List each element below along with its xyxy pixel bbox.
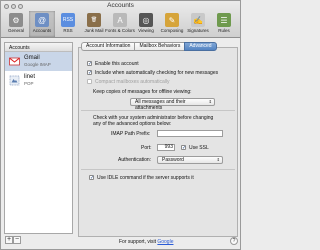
switch-icon: ⚙: [9, 13, 23, 27]
toolbar-signatures-button[interactable]: ✍ Signatures: [185, 11, 211, 37]
imap-prefix-label: IMAP Path Prefix:: [111, 131, 151, 137]
preferences-window: Accounts ⚙ General @ Accounts RSS RSS 🗑 Junk Ma…: [0, 0, 241, 250]
glasses-icon: ◎: [139, 13, 153, 27]
window-title: Accounts: [107, 2, 134, 9]
stamp-icon: [9, 75, 20, 86]
toolbar-signatures-label: Signatures: [187, 28, 209, 33]
add-account-button[interactable]: +: [5, 236, 13, 244]
account-name: linet: [24, 74, 36, 80]
toolbar-composing-button[interactable]: ✎ Composing: [159, 11, 185, 37]
use-idle-label: Use IDLE command if the server supports …: [97, 175, 194, 181]
toolbar-junk-mail-label: Junk Mail: [84, 28, 104, 33]
toolbar-rss-button[interactable]: RSS RSS: [55, 11, 81, 37]
use-idle-checkbox[interactable]: ✓: [89, 175, 94, 181]
gmail-icon: [9, 57, 20, 66]
toolbar-rules-button[interactable]: ☰ Rules: [211, 11, 237, 37]
pencil-icon: ✎: [165, 13, 179, 27]
toolbar-junk-mail-button[interactable]: 🗑 Junk Mail: [81, 11, 107, 37]
offline-copies-label: Keep copies of messages for offline view…: [93, 89, 192, 95]
account-type: POP: [24, 81, 34, 86]
enable-account-label: Enable this account: [95, 61, 139, 67]
toolbar-fonts-colors-label: Fonts & Colors: [105, 28, 135, 33]
title-bar: Accounts ⚙ General @ Accounts RSS RSS 🗑 Junk Ma…: [1, 1, 240, 38]
admin-note-line-2: any of the advanced options below:: [93, 121, 172, 127]
toolbar-accounts-button[interactable]: @ Accounts: [29, 11, 55, 37]
account-item-linet[interactable]: linet POP: [5, 71, 72, 90]
toolbar-viewing-button[interactable]: ◎ Viewing: [133, 11, 159, 37]
rules-icon: ☰: [217, 13, 231, 27]
authentication-value: Password: [162, 157, 184, 163]
toolbar-accounts-label: Accounts: [32, 28, 52, 33]
at-sign-icon: @: [35, 13, 49, 27]
chevron-updown-icon: ⇕: [208, 99, 212, 104]
account-item-gmail[interactable]: Gmail Google IMAP: [5, 52, 72, 71]
toolbar-composing-label: Composing: [160, 28, 184, 33]
accounts-sidebar: Accounts Gmail Google IMAP linet POP: [4, 42, 73, 234]
toolbar-rules-label: Rules: [218, 28, 230, 33]
use-ssl-checkbox[interactable]: ✓: [181, 145, 186, 151]
port-label: Port:: [141, 145, 152, 151]
support-prefix: For support, visit: [119, 239, 156, 245]
signature-icon: ✍: [191, 13, 205, 27]
help-button[interactable]: ?: [230, 237, 238, 245]
compact-mailboxes-label: Compact mailboxes automatically: [95, 79, 170, 85]
toolbar-rss-label: RSS: [63, 28, 73, 33]
authentication-label: Authentication:: [118, 157, 152, 163]
preferences-toolbar: ⚙ General @ Accounts RSS RSS 🗑 Junk Mail A Fonts …: [3, 11, 237, 37]
enable-account-checkbox[interactable]: ✓: [87, 61, 92, 67]
auto-check-label: Include when automatically checking for …: [95, 70, 219, 76]
toolbar-general-button[interactable]: ⚙ General: [3, 11, 29, 37]
offline-copies-popup[interactable]: All messages and their attachments ⇕: [130, 98, 215, 111]
tab-account-information[interactable]: Account Information: [81, 42, 135, 51]
toolbar-fonts-colors-button[interactable]: A Fonts & Colors: [105, 11, 135, 37]
use-ssl-label: Use SSL: [189, 145, 209, 151]
account-type: Google IMAP: [24, 62, 51, 67]
port-field[interactable]: 993: [157, 144, 175, 151]
section-divider: [81, 169, 235, 170]
support-text: For support, visit Google: [119, 239, 173, 245]
rss-icon: RSS: [61, 13, 75, 27]
account-tabs: Account Information Mailbox Behaviors Ad…: [81, 42, 217, 51]
tab-advanced[interactable]: Advanced: [184, 42, 217, 51]
tab-mailbox-behaviors[interactable]: Mailbox Behaviors: [134, 42, 185, 51]
imap-prefix-field[interactable]: [157, 130, 223, 137]
authentication-popup[interactable]: Password ⇕: [157, 156, 223, 164]
fonts-icon: A: [113, 13, 127, 27]
google-support-link[interactable]: Google: [157, 239, 173, 245]
compact-mailboxes-checkbox[interactable]: [87, 79, 92, 84]
chevron-updown-icon: ⇕: [216, 157, 220, 162]
sidebar-header: Accounts: [5, 43, 72, 52]
toolbar-general-label: General: [7, 28, 24, 33]
trash-icon: 🗑: [87, 13, 101, 27]
toolbar-viewing-label: Viewing: [138, 28, 154, 33]
remove-account-button[interactable]: −: [13, 236, 21, 244]
section-divider: [81, 110, 235, 111]
auto-check-checkbox[interactable]: ✓: [87, 70, 92, 76]
account-name: Gmail: [24, 55, 40, 61]
